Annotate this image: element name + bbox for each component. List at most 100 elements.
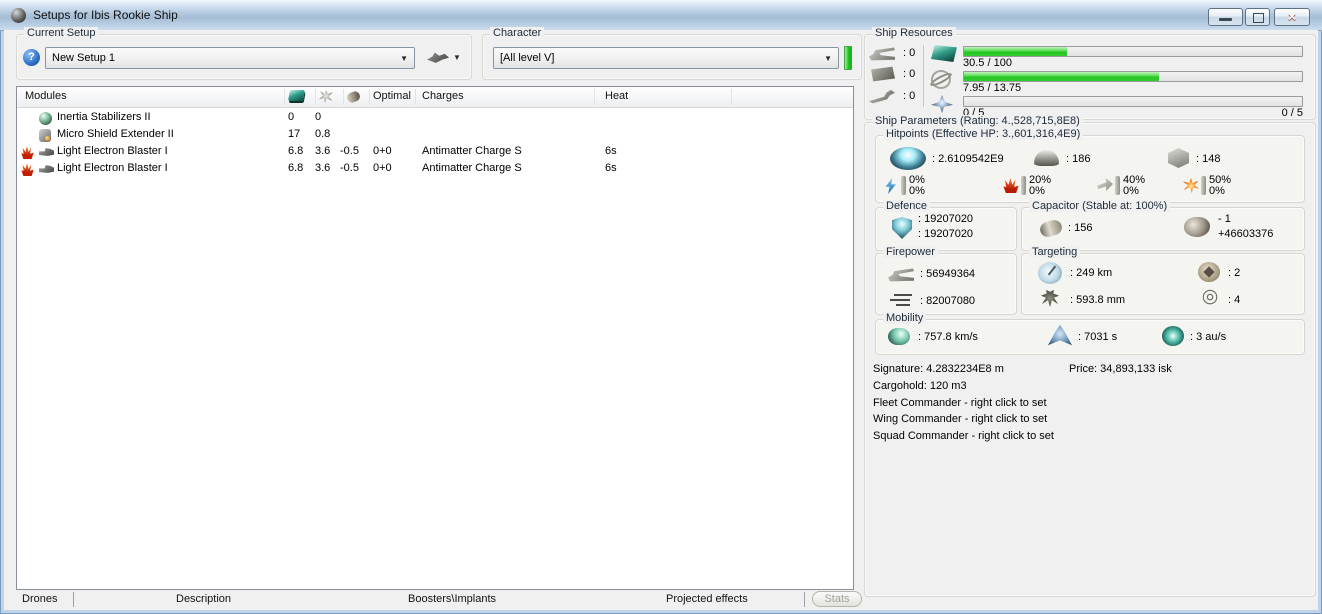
ship-icon <box>427 52 450 63</box>
max-targets-icon <box>1198 262 1220 282</box>
titlebar[interactable]: Setups for Ibis Rookie Ship × <box>0 0 1322 31</box>
current-setup-value: New Setup 1 <box>52 52 115 64</box>
wing-commander-text[interactable]: Wing Commander - right click to set <box>873 413 1047 425</box>
targeting-range-icon <box>1038 262 1062 284</box>
module-name: Micro Shield Extender II <box>57 128 174 140</box>
current-setup-group: Current Setup New Setup 1 ▼ ▼ <box>16 27 472 80</box>
firepower-dps-value: : 56949364 <box>920 268 976 280</box>
max-targets-value: : 2 <box>1228 267 1241 279</box>
bottom-tab-drones[interactable]: Drones <box>22 593 57 605</box>
module-charge-value: Antimatter Charge S <box>422 162 522 174</box>
cpu-icon <box>931 45 957 62</box>
kinetic-resist-values: 40% 0% <box>1123 175 1163 197</box>
signature-resolution-icon <box>1041 290 1059 307</box>
column-heat[interactable]: Heat <box>605 90 628 102</box>
character-label: Character <box>490 27 545 39</box>
chevron-down-icon: ▼ <box>400 53 408 63</box>
align-time-value: : 7031 s <box>1078 331 1118 343</box>
table-row[interactable]: Light Electron Blaster I 6.8 3.6 -0.5 0+0 Ant… <box>17 143 853 160</box>
column-powergrid-icon[interactable] <box>319 90 333 106</box>
column-optimal[interactable]: Optimal <box>373 90 411 102</box>
module-name: Inertia Stabilizers II <box>57 111 151 123</box>
mobility-group: Mobility : 757.8 km/s : 7031 s : 3 au/s <box>875 312 1305 355</box>
warp-speed-value: : 3 au/s <box>1190 331 1227 343</box>
column-charges[interactable]: Charges <box>422 90 464 102</box>
overheat-flame-icon <box>21 146 34 159</box>
module-optimal-value: 0+0 <box>373 145 392 157</box>
chevron-down-icon: ▼ <box>824 53 832 63</box>
firepower-group: Firepower : 56949364 : 82007080 <box>875 246 1017 315</box>
module-cap-value: -0.5 <box>340 145 359 157</box>
ship-parameters-label: Ship Parameters (Rating: 4.,528,715,8E8) <box>872 115 1083 127</box>
current-setup-select[interactable]: New Setup 1 ▼ <box>45 47 415 69</box>
blaster-icon <box>39 148 54 156</box>
firepower-volley-icon <box>890 292 914 307</box>
align-time-icon <box>1048 325 1072 346</box>
module-powergrid-value: 3.6 <box>315 145 331 157</box>
module-cap-value: -0.5 <box>340 162 359 174</box>
module-heat-value: 6s <box>605 162 617 174</box>
scan-resolution-icon <box>1200 287 1220 307</box>
thermal-resist-icon <box>1003 178 1019 193</box>
table-row[interactable]: Inertia Stabilizers II 0 0 <box>17 109 853 126</box>
modules-table: Modules Optimal Charges Heat Inertia Sta… <box>16 86 854 590</box>
module-rows: Inertia Stabilizers II 0 0 Micro Shield Ext… <box>17 109 853 177</box>
module-cpu-value: 0 <box>288 111 295 123</box>
modules-table-header: Modules Optimal Charges Heat <box>17 87 853 108</box>
explosive-resist-gauge <box>1201 176 1206 195</box>
ship-resources-group: Ship Resources : 0: 0: 0 30.5 / 100 7.95 … <box>864 27 1316 120</box>
bottom-tab-boosters-implants[interactable]: Boosters\Implants <box>408 593 496 605</box>
minimize-icon <box>1219 18 1232 21</box>
module-powergrid-value: 0.8 <box>315 128 331 140</box>
table-row[interactable]: Micro Shield Extender II 17 0.8 <box>17 126 853 143</box>
window: Setups for Ibis Rookie Ship × Current Se… <box>0 0 1322 614</box>
launcher-slots-count: : 0 <box>903 68 916 80</box>
thermal-resist-bottom: 0% <box>1029 185 1045 197</box>
bottom-tab-projected-effects[interactable]: Projected effects <box>666 593 748 605</box>
shield-hp-icon <box>890 147 926 170</box>
defence-label: Defence <box>883 200 930 212</box>
character-select[interactable]: [All level V] ▼ <box>493 47 839 69</box>
module-name: Light Electron Blaster I <box>57 162 168 174</box>
module-charge-value: Antimatter Charge S <box>422 145 522 157</box>
bottom-tab-description[interactable]: Description <box>176 593 231 605</box>
hitpoints-group: Hitpoints (Effective HP: 3.,601,316,4E9)… <box>875 128 1305 203</box>
em-resist-values: 0% 0% <box>909 175 949 197</box>
character-status-bar <box>844 46 852 70</box>
dropdown-arrow-icon: ▼ <box>453 52 461 62</box>
character-group: Character [All level V] ▼ <box>482 27 862 80</box>
column-capacitor-icon[interactable] <box>345 89 362 105</box>
armor-hp-icon <box>1034 150 1059 166</box>
column-cpu-icon[interactable] <box>288 90 305 104</box>
speed-icon <box>888 328 910 345</box>
module-heat-value: 6s <box>605 145 617 157</box>
turret-slots-icon <box>869 47 895 61</box>
capacitor-recharge-icon <box>1184 217 1210 237</box>
squad-commander-text[interactable]: Squad Commander - right click to set <box>873 430 1054 442</box>
armor-hp-value: : 186 <box>1066 153 1091 165</box>
shieldext-icon <box>39 129 51 142</box>
module-name: Light Electron Blaster I <box>57 145 168 157</box>
minimize-button[interactable] <box>1208 8 1243 26</box>
mobility-label: Mobility <box>883 312 927 324</box>
table-row[interactable]: Light Electron Blaster I 6.8 3.6 -0.5 0+0 Ant… <box>17 160 853 177</box>
defence-value-2: : 19207020 <box>918 228 974 240</box>
bottom-bar: Drones Description Boosters\Implants Projec… <box>12 591 862 609</box>
module-cpu-value: 17 <box>288 128 301 140</box>
column-modules[interactable]: Modules <box>25 90 67 102</box>
close-button[interactable]: × <box>1274 8 1310 26</box>
ship-menu-button[interactable]: ▼ <box>421 45 467 69</box>
help-icon[interactable] <box>23 49 40 66</box>
maximize-button[interactable] <box>1245 8 1270 26</box>
powergrid-icon <box>931 70 951 89</box>
ship-parameters-group: Ship Parameters (Rating: 4.,528,715,8E8)… <box>864 115 1316 597</box>
fleet-commander-text[interactable]: Fleet Commander - right click to set <box>873 397 1047 409</box>
stats-button[interactable]: Stats <box>812 591 862 607</box>
shield-hp-value: : 2.6109542E9 <box>932 153 1004 165</box>
capacitor-delta-value: - 1 <box>1218 213 1231 225</box>
capacitor-label: Capacitor (Stable at: 100%) <box>1029 200 1171 212</box>
calibration-bar-right-text: 0 / 5 <box>1281 107 1303 119</box>
module-powergrid-value: 0 <box>315 111 322 123</box>
capacitor-recharge-value: +46603376 <box>1218 228 1274 240</box>
character-value: [All level V] <box>500 52 555 64</box>
